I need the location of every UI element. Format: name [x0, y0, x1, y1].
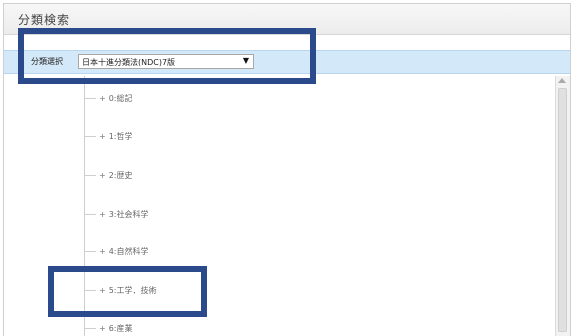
tree-item-2[interactable]: +2:歴史 — [84, 170, 133, 184]
classification-select-value: 日本十進分類法(NDC)7版 — [82, 58, 176, 67]
chevron-down-icon[interactable]: ▼ — [243, 56, 249, 65]
tree-connector — [84, 251, 96, 252]
tree-item-label[interactable]: 0:総記 — [109, 94, 133, 103]
tree-connector — [84, 175, 96, 176]
scrollbar-thumb[interactable] — [558, 88, 567, 332]
tree-item-label[interactable]: 6:産業 — [109, 324, 133, 333]
tree-item-6[interactable]: +6:産業 — [84, 323, 133, 336]
tree-connector — [84, 136, 96, 137]
tree-item-label[interactable]: 4:自然科学 — [109, 247, 149, 256]
expand-icon[interactable]: + — [99, 247, 106, 256]
tree-connector — [84, 214, 96, 215]
tree-item-1[interactable]: +1:哲学 — [84, 131, 133, 145]
expand-icon[interactable]: + — [99, 94, 106, 103]
classification-select-label: 分類選択 — [31, 57, 63, 66]
expand-icon[interactable]: + — [99, 132, 106, 141]
classification-tree: +0:総記 +1:哲学 +2:歴史 +3:社会科学 +4:自然科学 +5:工学．… — [4, 76, 555, 336]
tree-connector — [84, 290, 96, 291]
expand-icon[interactable]: + — [99, 286, 106, 295]
tree-item-label[interactable]: 2:歴史 — [109, 171, 133, 180]
tree-item-4[interactable]: +4:自然科学 — [84, 246, 149, 260]
classification-search-window: 分類検索 分類選択 日本十進分類法(NDC)7版 ▼ +0:総記 +1:哲学 +… — [3, 3, 571, 336]
scroll-up-arrow-icon[interactable] — [558, 78, 566, 83]
classification-select[interactable]: 日本十進分類法(NDC)7版 ▼ — [78, 54, 254, 69]
tree-item-3[interactable]: +3:社会科学 — [84, 209, 149, 223]
classification-select-bar: 分類選択 日本十進分類法(NDC)7版 ▼ — [4, 50, 570, 74]
window-title: 分類検索 — [18, 13, 71, 27]
expand-icon[interactable]: + — [99, 324, 106, 333]
vertical-scrollbar[interactable] — [555, 76, 570, 336]
tree-connector — [84, 328, 96, 329]
title-bar: 分類検索 — [4, 4, 570, 35]
expand-icon[interactable]: + — [99, 171, 106, 180]
tree-item-label[interactable]: 5:工学．技術 — [109, 286, 157, 295]
tree-item-label[interactable]: 1:哲学 — [109, 132, 133, 141]
tree-connector — [84, 98, 96, 99]
tree-item-5[interactable]: +5:工学．技術 — [84, 285, 157, 299]
tree-item-label[interactable]: 3:社会科学 — [109, 210, 149, 219]
expand-icon[interactable]: + — [99, 210, 106, 219]
tree-item-0[interactable]: +0:総記 — [84, 93, 133, 107]
